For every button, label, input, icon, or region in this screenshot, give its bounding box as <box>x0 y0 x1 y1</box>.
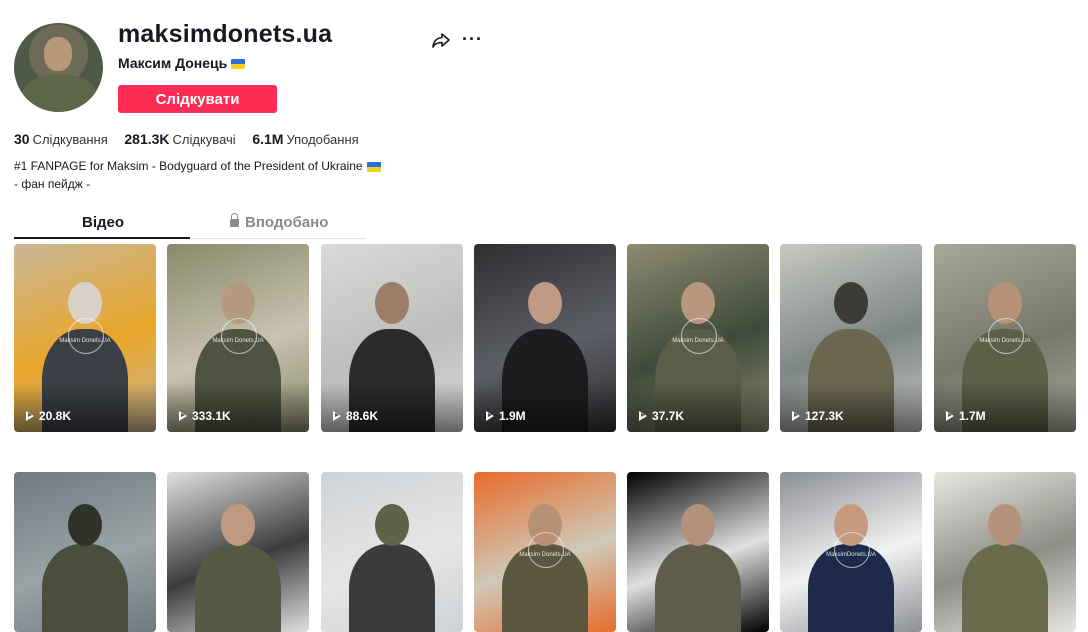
avatar-body <box>22 75 96 112</box>
watermark-text: MaksimDonets.UA <box>826 552 876 558</box>
ukraine-flag-icon <box>366 161 381 172</box>
profile-username: maksimdonets.ua <box>118 20 333 48</box>
thumbnail-face <box>68 504 102 546</box>
nickname-text: Максим Донець <box>118 55 228 71</box>
view-count: 20.8K <box>26 409 71 423</box>
watermark-text: Maksim Donets.UA <box>979 338 1031 344</box>
bio-line-2: - фан пейдж - <box>14 177 91 191</box>
watermark-text: Maksim Donets.UA <box>519 552 571 558</box>
play-icon <box>333 411 341 421</box>
video-card[interactable]: Maksim Donets.UA 20.8K <box>14 244 156 432</box>
play-icon <box>792 411 800 421</box>
video-card[interactable] <box>934 472 1076 632</box>
thumbnail-figure <box>349 544 435 632</box>
watermark-text: Maksim Donets.UA <box>59 338 111 344</box>
view-count: 37.7K <box>639 409 684 423</box>
video-card[interactable] <box>321 472 463 632</box>
lock-icon <box>230 213 239 227</box>
video-card[interactable]: Maksim Donets.UA 37.7K <box>627 244 769 432</box>
follow-button[interactable]: Слідкувати <box>118 85 277 113</box>
video-card[interactable]: 1.9M <box>474 244 616 432</box>
play-icon <box>179 411 187 421</box>
likes-label: Уподобання <box>286 132 359 147</box>
view-count-text: 333.1K <box>192 409 231 423</box>
view-count: 127.3K <box>792 409 844 423</box>
tab-liked-label: Вподобано <box>245 214 329 231</box>
thumbnail-face <box>375 504 409 546</box>
thumbnail-face <box>221 504 255 546</box>
share-icon[interactable] <box>431 30 451 50</box>
watermark-emblem <box>528 532 564 568</box>
view-count-text: 1.7M <box>959 409 986 423</box>
video-card[interactable] <box>627 472 769 632</box>
thumbnail-figure <box>655 544 741 632</box>
followers-label: Слідкувачі <box>172 132 236 147</box>
thumbnail-face <box>528 281 562 324</box>
tab-videos[interactable]: Відео <box>82 214 124 231</box>
thumbnail-shade <box>167 382 309 432</box>
profile-bio: #1 FANPAGE for Maksim - Bodyguard of the… <box>14 157 381 193</box>
video-card[interactable]: Maksim Donets.UA 1.7M <box>934 244 1076 432</box>
video-card[interactable] <box>14 472 156 632</box>
watermark-emblem <box>988 318 1024 354</box>
video-card[interactable]: 127.3K <box>780 244 922 432</box>
video-card[interactable]: 88.6K <box>321 244 463 432</box>
watermark-text: Maksim Donets.UA <box>212 338 264 344</box>
view-count: 88.6K <box>333 409 378 423</box>
profile-nickname: Максим Донець <box>118 55 246 71</box>
following-count: 30 <box>14 131 30 147</box>
likes-count: 6.1M <box>252 131 284 147</box>
view-count-text: 1.9M <box>499 409 526 423</box>
bio-line-1: #1 FANPAGE for Maksim - Bodyguard of the… <box>14 157 381 175</box>
video-card[interactable]: Maksim Donets.UA <box>474 472 616 632</box>
thumbnail-shade <box>321 382 463 432</box>
thumbnail-figure <box>962 544 1048 632</box>
thumbnail-face <box>375 281 409 324</box>
watermark-emblem <box>834 532 870 568</box>
view-count-text: 88.6K <box>346 409 379 423</box>
ukraine-flag-icon <box>231 59 246 70</box>
thumbnail-figure <box>195 544 281 632</box>
play-icon <box>639 411 647 421</box>
video-card[interactable]: Maksim Donets.UA 333.1K <box>167 244 309 432</box>
view-count-text: 127.3K <box>805 409 844 423</box>
watermark-emblem <box>681 318 717 354</box>
view-count-text: 20.8K <box>39 409 72 423</box>
more-icon[interactable]: ··· <box>462 29 483 49</box>
thumbnail-figure <box>42 544 128 632</box>
view-count: 1.7M <box>946 409 986 423</box>
watermark-text: Maksim Donets.UA <box>672 338 724 344</box>
profile-avatar <box>14 23 103 112</box>
following-label: Слідкування <box>32 132 108 147</box>
view-count-text: 37.7K <box>652 409 685 423</box>
profile-tabs: Відео Вподобано <box>14 210 366 239</box>
profile-stats: 30 Слідкування 281.3K Слідкувачі 6.1M Уподо… <box>14 131 372 147</box>
play-icon <box>26 411 34 421</box>
view-count: 333.1K <box>179 409 231 423</box>
thumbnail-face <box>681 504 715 546</box>
active-tab-indicator <box>14 237 190 239</box>
watermark-emblem <box>221 318 257 354</box>
tab-liked[interactable]: Вподобано <box>230 213 329 231</box>
bio-line-1-text: #1 FANPAGE for Maksim - Bodyguard of the… <box>14 159 363 173</box>
video-card[interactable] <box>167 472 309 632</box>
play-icon <box>486 411 494 421</box>
thumbnail-shade <box>474 382 616 432</box>
play-icon <box>946 411 954 421</box>
view-count: 1.9M <box>486 409 526 423</box>
tab-divider <box>190 238 366 239</box>
avatar-face <box>44 37 72 71</box>
thumbnail-shade <box>780 382 922 432</box>
thumbnail-face <box>988 504 1022 546</box>
thumbnail-shade <box>934 382 1076 432</box>
video-card[interactable]: MaksimDonets.UA <box>780 472 922 632</box>
thumbnail-shade <box>14 382 156 432</box>
thumbnail-face <box>834 281 868 324</box>
watermark-emblem <box>68 318 104 354</box>
thumbnail-shade <box>627 382 769 432</box>
followers-count: 281.3K <box>124 131 170 147</box>
